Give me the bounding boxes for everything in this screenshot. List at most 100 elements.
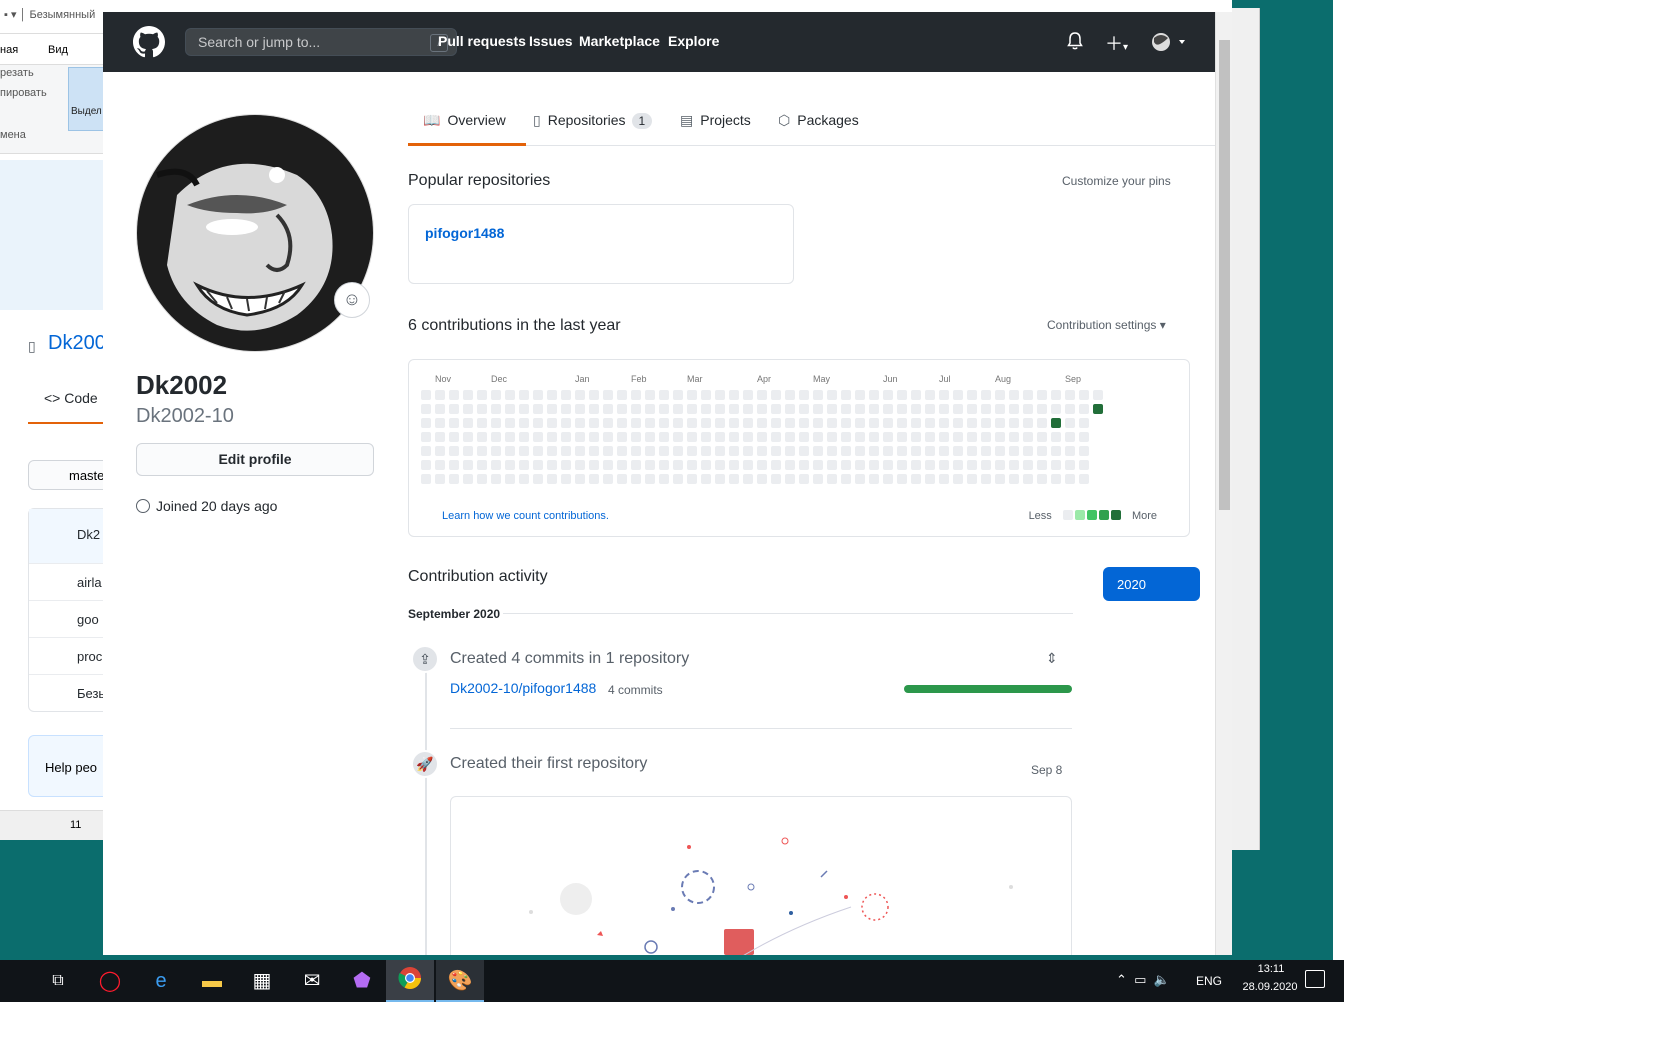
contribution-day[interactable] — [533, 474, 543, 484]
contribution-day[interactable] — [491, 460, 501, 470]
contribution-day[interactable] — [449, 446, 459, 456]
contribution-day[interactable] — [771, 474, 781, 484]
contribution-day[interactable] — [701, 418, 711, 428]
contribution-day[interactable] — [1079, 404, 1089, 414]
contribution-day[interactable] — [743, 404, 753, 414]
contribution-day[interactable] — [967, 432, 977, 442]
contribution-day[interactable] — [631, 404, 641, 414]
contribution-day[interactable] — [1079, 446, 1089, 456]
contribution-day[interactable] — [869, 418, 879, 428]
contribution-day[interactable] — [1037, 446, 1047, 456]
contribution-day[interactable] — [925, 446, 935, 456]
contribution-day[interactable] — [757, 404, 767, 414]
contribution-day[interactable] — [673, 390, 683, 400]
contribution-day[interactable] — [421, 418, 431, 428]
contribution-day[interactable] — [617, 404, 627, 414]
store-icon[interactable]: ▦ — [247, 966, 277, 996]
contribution-day[interactable] — [659, 474, 669, 484]
contribution-day[interactable] — [799, 474, 809, 484]
contribution-day[interactable] — [687, 460, 697, 470]
contribution-day[interactable] — [575, 446, 585, 456]
contribution-day[interactable] — [491, 404, 501, 414]
mail-icon[interactable]: ✉ — [297, 966, 327, 996]
contribution-day[interactable] — [841, 418, 851, 428]
contribution-day[interactable] — [1051, 446, 1061, 456]
contribution-day[interactable] — [701, 432, 711, 442]
contribution-day[interactable] — [939, 390, 949, 400]
contribution-day[interactable] — [1065, 432, 1075, 442]
contribution-day[interactable] — [589, 404, 599, 414]
contribution-day[interactable] — [1065, 404, 1075, 414]
edge-icon[interactable]: e — [146, 966, 176, 996]
contribution-day[interactable] — [911, 390, 921, 400]
contribution-day[interactable] — [827, 404, 837, 414]
paint-taskbar-button[interactable]: 🎨 — [436, 960, 484, 1002]
contribution-day[interactable] — [603, 432, 613, 442]
contribution-day[interactable] — [519, 474, 529, 484]
contribution-day[interactable] — [911, 460, 921, 470]
contribution-day[interactable] — [435, 390, 445, 400]
contribution-day[interactable] — [701, 474, 711, 484]
contribution-day[interactable] — [995, 460, 1005, 470]
contribution-day[interactable] — [505, 432, 515, 442]
contribution-day[interactable] — [1037, 418, 1047, 428]
contribution-day[interactable] — [743, 418, 753, 428]
contribution-day[interactable] — [589, 446, 599, 456]
contribution-day[interactable] — [729, 474, 739, 484]
contribution-day[interactable] — [785, 474, 795, 484]
contribution-day[interactable] — [841, 404, 851, 414]
scrollbar-thumb[interactable] — [1219, 40, 1230, 510]
contribution-day[interactable] — [589, 474, 599, 484]
contribution-day[interactable] — [1065, 390, 1075, 400]
contribution-day[interactable] — [827, 474, 837, 484]
contribution-day[interactable] — [757, 446, 767, 456]
set-status-emoji-button[interactable]: ☺ — [334, 282, 370, 318]
contribution-day[interactable] — [421, 390, 431, 400]
contribution-day[interactable] — [757, 418, 767, 428]
contribution-day[interactable] — [855, 404, 865, 414]
contribution-day[interactable] — [981, 460, 991, 470]
contribution-day[interactable] — [1037, 404, 1047, 414]
contribution-day[interactable] — [1009, 446, 1019, 456]
contribution-day[interactable] — [435, 404, 445, 414]
contribution-day[interactable] — [477, 432, 487, 442]
contribution-day[interactable] — [1009, 404, 1019, 414]
contribution-day[interactable] — [1065, 446, 1075, 456]
contribution-day[interactable] — [771, 446, 781, 456]
contribution-day[interactable] — [897, 474, 907, 484]
contribution-day[interactable] — [533, 432, 543, 442]
contribution-day[interactable] — [421, 474, 431, 484]
contribution-day[interactable] — [967, 390, 977, 400]
contribution-day[interactable] — [1037, 460, 1047, 470]
contribution-day[interactable] — [1051, 404, 1061, 414]
contribution-day[interactable] — [631, 418, 641, 428]
contribution-day[interactable] — [967, 446, 977, 456]
contribution-day[interactable] — [827, 446, 837, 456]
contribution-day[interactable] — [687, 432, 697, 442]
contribution-day[interactable] — [883, 474, 893, 484]
contribution-day[interactable] — [953, 418, 963, 428]
contribution-day[interactable] — [491, 390, 501, 400]
contribution-day[interactable] — [547, 460, 557, 470]
contribution-day[interactable] — [1065, 418, 1075, 428]
tray-icons[interactable]: ⌃ ▭ 🔈 — [1116, 972, 1170, 988]
contribution-day[interactable] — [463, 474, 473, 484]
commits-repo-link[interactable]: Dk2002-10/pifogor1488 — [450, 680, 596, 696]
contribution-day[interactable] — [631, 474, 641, 484]
contribution-day[interactable] — [1079, 432, 1089, 442]
contribution-day[interactable] — [967, 418, 977, 428]
contribution-day[interactable] — [589, 418, 599, 428]
contribution-day[interactable] — [463, 390, 473, 400]
tab-packages[interactable]: ⬡ Packages — [778, 112, 859, 129]
contribution-day[interactable] — [575, 474, 585, 484]
contribution-day[interactable] — [869, 474, 879, 484]
bg-repo-name[interactable]: Dk200 — [48, 332, 106, 355]
contribution-day[interactable] — [603, 390, 613, 400]
contribution-day[interactable] — [771, 404, 781, 414]
contribution-day[interactable] — [743, 474, 753, 484]
contribution-day[interactable] — [799, 460, 809, 470]
contribution-day[interactable] — [645, 474, 655, 484]
contribution-day[interactable] — [463, 418, 473, 428]
contribution-day[interactable] — [799, 390, 809, 400]
contribution-day[interactable] — [1009, 390, 1019, 400]
